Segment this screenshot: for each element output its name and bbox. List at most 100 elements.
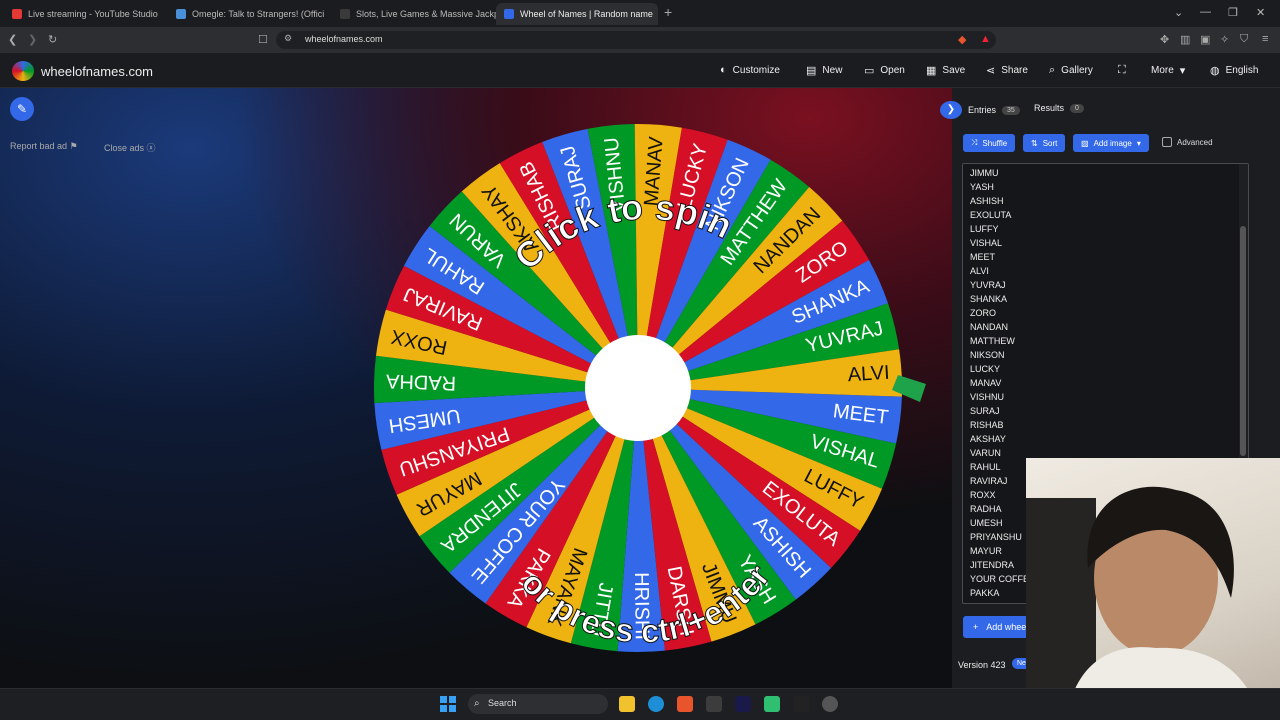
globe-icon: ◍ <box>1210 65 1220 77</box>
entry-line[interactable]: RAVIRAJ <box>970 474 1029 488</box>
tab-entries[interactable]: ❯ Entries 35 <box>940 101 1020 119</box>
entry-line[interactable]: MATTHEW <box>970 334 1029 348</box>
entry-line[interactable]: UMESH <box>970 516 1029 530</box>
entry-line[interactable]: PRIYANSHU <box>970 530 1029 544</box>
entry-line[interactable]: RADHA <box>970 502 1029 516</box>
tab-omegle[interactable]: Omegle: Talk to Strangers! (Offici <box>168 3 333 25</box>
close-ads-label: Close ads <box>104 143 145 153</box>
after-effects-icon[interactable] <box>735 696 751 712</box>
entry-line[interactable]: ASHISH <box>970 194 1029 208</box>
entry-line[interactable]: MAYUR <box>970 544 1029 558</box>
entry-line[interactable]: YOUR COFFE <box>970 572 1029 586</box>
advanced-checkbox[interactable]: Advanced <box>1162 137 1213 147</box>
entry-line[interactable]: ROXX <box>970 488 1029 502</box>
brave-shield-icon[interactable]: ◆ <box>958 33 966 46</box>
site-title[interactable]: wheelofnames.com <box>41 64 153 79</box>
tab-title: Omegle: Talk to Strangers! (Offici <box>192 9 325 19</box>
fullscreen-button[interactable]: ⛶ <box>1118 64 1126 77</box>
collapse-arrow-icon[interactable]: ❯ <box>940 101 962 119</box>
entry-line[interactable]: YUVRAJ <box>970 278 1029 292</box>
entry-line[interactable]: ZORO <box>970 306 1029 320</box>
brave-icon[interactable] <box>677 696 693 712</box>
webcam-overlay <box>1026 458 1280 720</box>
restore-icon[interactable]: ❐ <box>1228 6 1238 19</box>
address-bar[interactable]: wheelofnames.com <box>276 31 996 49</box>
open-button[interactable]: ▭ Open <box>864 64 905 77</box>
taskbar-search[interactable]: Search <box>468 694 608 714</box>
wheel-center[interactable] <box>585 335 691 441</box>
entry-line[interactable]: LUFFY <box>970 222 1029 236</box>
sort-icon: ⇅ <box>1031 138 1038 148</box>
search-label: Search <box>488 698 517 708</box>
settings-gear-icon[interactable] <box>822 696 838 712</box>
new-button[interactable]: ▤ New <box>806 64 842 77</box>
caret-down-icon: ▾ <box>1136 138 1141 148</box>
terminal-icon[interactable] <box>793 696 809 712</box>
edit-pencil-icon[interactable]: ✎ <box>10 97 34 121</box>
entry-line[interactable]: JIMMU <box>970 166 1029 180</box>
entry-line[interactable]: MANAV <box>970 376 1029 390</box>
sort-label: Sort <box>1042 138 1058 148</box>
wheel-logo-icon[interactable] <box>12 61 34 81</box>
customize-button[interactable]: ◐ Customize <box>720 64 780 76</box>
add-image-button[interactable]: ▨ Add image ▾ <box>1073 134 1149 152</box>
entry-line[interactable]: SURAJ <box>970 404 1029 418</box>
sidebar-icon[interactable]: ▥ <box>1180 33 1190 46</box>
entry-line[interactable]: MEET <box>970 250 1029 264</box>
entry-line[interactable]: RAHUL <box>970 460 1029 474</box>
entry-line[interactable]: LUCKY <box>970 362 1029 376</box>
store-icon[interactable] <box>706 696 722 712</box>
gallery-button[interactable]: ⌕ Gallery <box>1049 64 1093 77</box>
wheel-slice-label: ALVI <box>847 362 890 386</box>
entry-line[interactable]: EXOLUTA <box>970 208 1029 222</box>
save-label: Save <box>942 65 966 76</box>
bookmark-icon[interactable]: ☐ <box>258 33 268 46</box>
leo-icon[interactable]: ✧ <box>1220 33 1229 46</box>
sort-button[interactable]: ⇅ Sort <box>1023 134 1066 152</box>
entry-line[interactable]: VARUN <box>970 446 1029 460</box>
wallet-icon[interactable]: ▣ <box>1200 33 1210 46</box>
vpn-icon[interactable]: ⛉ <box>1240 33 1248 46</box>
menu-icon[interactable]: ≡ <box>1262 33 1268 45</box>
entry-line[interactable]: ALVI <box>970 264 1029 278</box>
shuffle-button[interactable]: ⤨ Shuffle <box>963 134 1016 152</box>
entry-line[interactable]: PAKKA <box>970 586 1029 600</box>
minimize-icon[interactable]: — <box>1200 6 1211 18</box>
entry-line[interactable]: NIKSON <box>970 348 1029 362</box>
obs-app-icon[interactable] <box>764 696 780 712</box>
entry-line[interactable]: JITENDRA <box>970 558 1029 572</box>
scrollbar-thumb[interactable] <box>1240 226 1246 456</box>
tab-slots[interactable]: Slots, Live Games & Massive Jackpots <box>332 3 497 25</box>
share-button[interactable]: ⋖ Share <box>986 64 1028 77</box>
entry-line[interactable]: SHANKA <box>970 292 1029 306</box>
entry-line[interactable]: NANDAN <box>970 320 1029 334</box>
entry-line[interactable]: VISHAL <box>970 236 1029 250</box>
windows-start-icon[interactable] <box>440 696 456 712</box>
reload-icon[interactable]: ↻ <box>48 33 57 46</box>
extensions-icon[interactable]: ✥ <box>1160 33 1169 46</box>
flag-icon: ⚑ <box>69 141 78 151</box>
back-icon[interactable]: ❮ <box>8 33 17 46</box>
new-tab-icon[interactable]: + <box>664 4 672 20</box>
entry-line[interactable]: RISHAB <box>970 418 1029 432</box>
entry-line[interactable]: YASH <box>970 180 1029 194</box>
close-ads-link[interactable]: Close ads ⓧ <box>104 141 156 154</box>
wheel[interactable]: MEETVISHALLUFFYEXOLUTAASHISHYASHJIMMUDAR… <box>370 120 930 660</box>
edge-icon[interactable] <box>648 696 664 712</box>
language-button[interactable]: ◍ English <box>1210 64 1258 77</box>
rewards-icon[interactable]: ▲ <box>980 33 991 45</box>
entry-line[interactable]: AKSHAY <box>970 432 1029 446</box>
more-button[interactable]: More ▾ <box>1151 64 1185 77</box>
tab-youtube-studio[interactable]: Live streaming - YouTube Studio <box>4 3 169 25</box>
entry-line[interactable]: VISHNU <box>970 390 1029 404</box>
report-bad-ad-link[interactable]: Report bad ad ⚑ <box>10 141 78 152</box>
forward-icon[interactable]: ❯ <box>28 33 37 46</box>
site-info-icon[interactable]: ⚙ <box>284 33 292 44</box>
save-button[interactable]: ▦ Save <box>926 64 965 77</box>
tab-results[interactable]: Results 0 <box>1034 103 1084 113</box>
close-window-icon[interactable]: ✕ <box>1256 6 1265 19</box>
tab-title: Wheel of Names | Random name <box>520 9 653 19</box>
chevron-down-icon[interactable]: ⌄ <box>1174 6 1183 19</box>
file-explorer-icon[interactable] <box>619 696 635 712</box>
tab-wheel-of-names[interactable]: Wheel of Names | Random name ✕ <box>496 3 658 25</box>
